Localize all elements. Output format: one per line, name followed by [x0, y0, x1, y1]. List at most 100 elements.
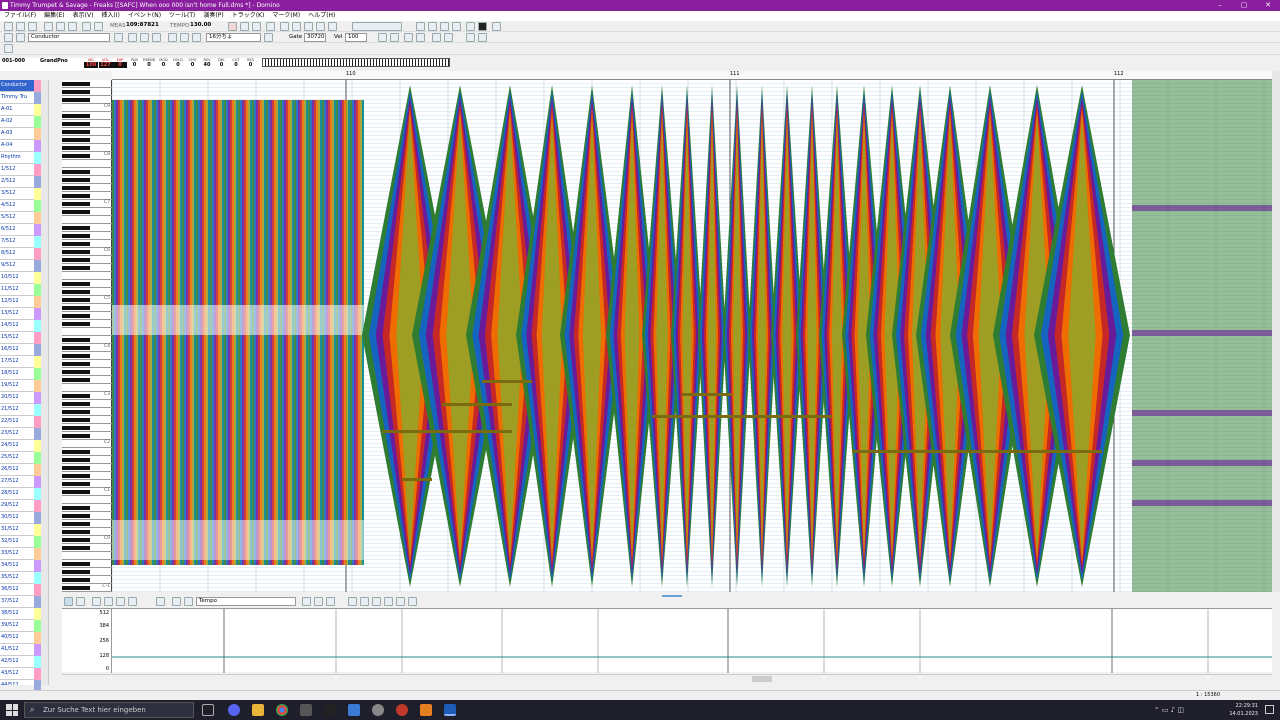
menu-track[interactable]: トラック(K) — [232, 11, 265, 21]
piano-roll-grid[interactable] — [112, 80, 1272, 592]
open-file-icon[interactable] — [16, 22, 25, 31]
windows-start-icon[interactable] — [6, 704, 18, 716]
black-key[interactable] — [62, 234, 90, 238]
black-key[interactable] — [62, 114, 90, 118]
pencil-icon[interactable] — [16, 33, 25, 42]
view-icon-4[interactable] — [452, 22, 461, 31]
snap-icon[interactable] — [432, 33, 441, 42]
note-length-select[interactable]: 16分ちょ — [206, 33, 261, 42]
file-explorer-icon[interactable] — [252, 704, 264, 716]
note-band[interactable] — [1132, 460, 1272, 466]
view-icon-3[interactable] — [440, 22, 449, 31]
brush-icon[interactable] — [4, 44, 13, 53]
pen-tool-icon[interactable] — [168, 33, 177, 42]
play-icon[interactable] — [304, 22, 313, 31]
black-key[interactable] — [62, 290, 90, 294]
black-key[interactable] — [62, 178, 90, 182]
app-icon-6[interactable] — [348, 704, 360, 716]
next-icon[interactable] — [140, 33, 149, 42]
black-key[interactable] — [62, 90, 90, 94]
long-note[interactable] — [442, 403, 512, 406]
zoom-horizontal-icon[interactable] — [416, 33, 425, 42]
black-key[interactable] — [62, 338, 90, 342]
view-icon-2[interactable] — [428, 22, 437, 31]
ctrl-tool-c-icon[interactable] — [326, 597, 335, 606]
task-view-icon[interactable] — [202, 704, 214, 716]
black-key[interactable] — [62, 426, 90, 430]
jump-icon[interactable] — [152, 33, 161, 42]
domino-taskbar-icon[interactable] — [444, 704, 456, 716]
black-key[interactable] — [62, 538, 90, 542]
system-tray-icons[interactable]: ⌃ ▭ ♪ ◫ — [1154, 706, 1184, 714]
scroll-icon[interactable] — [478, 33, 487, 42]
black-key[interactable] — [62, 282, 90, 286]
piano-keyboard[interactable]: C9 C8 C7 C6 C5 C4 C3 C2 C1 C0 C-1 — [62, 80, 112, 592]
ctrl-pencil-icon[interactable] — [64, 597, 73, 606]
menu-edit[interactable]: 編集(E) — [44, 11, 64, 21]
menu-file[interactable]: ファイル(F) — [4, 11, 36, 21]
track-list-scrollbar[interactable] — [41, 80, 49, 685]
long-note[interactable] — [482, 380, 532, 383]
black-key[interactable] — [62, 82, 90, 86]
black-key[interactable] — [62, 562, 90, 566]
controller-pane[interactable]: 512 384 256 128 0 — [62, 608, 1272, 673]
note-band[interactable] — [112, 520, 364, 560]
paste-icon[interactable] — [68, 22, 77, 31]
black-key[interactable] — [62, 434, 90, 438]
black-key[interactable] — [62, 122, 90, 126]
ctrl-curve2-icon[interactable] — [104, 597, 113, 606]
white-key[interactable] — [62, 160, 112, 168]
vel-input[interactable]: 100 — [345, 33, 367, 42]
white-key[interactable] — [62, 496, 112, 504]
ctrl-tool-e-icon[interactable] — [360, 597, 369, 606]
new-file-icon[interactable] — [4, 22, 13, 31]
stop-icon[interactable] — [240, 22, 249, 31]
menu-event[interactable]: イベント(N) — [128, 11, 161, 21]
long-note[interactable] — [402, 478, 432, 481]
long-note[interactable] — [682, 393, 732, 396]
ctrl-tool-a-icon[interactable] — [302, 597, 311, 606]
black-key[interactable] — [62, 474, 90, 478]
ctrl-tool-d-icon[interactable] — [348, 597, 357, 606]
skip-end-icon[interactable] — [328, 22, 337, 31]
controller-type-select[interactable]: Tempo — [196, 597, 296, 606]
ctrl-tool-f-icon[interactable] — [372, 597, 381, 606]
close-button[interactable]: ✕ — [1256, 0, 1280, 11]
chrome-icon[interactable] — [276, 704, 288, 716]
maximize-button[interactable]: ▢ — [1232, 0, 1256, 11]
ctrl-eraser-icon[interactable] — [184, 597, 193, 606]
ctrl-curve-icon[interactable] — [92, 597, 101, 606]
ctrl-tool-b-icon[interactable] — [314, 597, 323, 606]
taskbar-search[interactable]: ⌕ Zur Suche Text hier eingeben — [24, 702, 194, 718]
black-key[interactable] — [62, 306, 90, 310]
save-icon[interactable] — [28, 22, 37, 31]
app-icon-7[interactable] — [372, 704, 384, 716]
menu-mark[interactable]: マーク(M) — [272, 11, 300, 21]
note-band[interactable] — [1132, 410, 1272, 416]
black-key[interactable] — [62, 482, 90, 486]
black-key[interactable] — [62, 490, 90, 494]
black-key[interactable] — [62, 250, 90, 254]
black-key[interactable] — [62, 370, 90, 374]
black-key[interactable] — [62, 322, 90, 326]
white-key[interactable] — [62, 272, 112, 280]
black-key[interactable] — [62, 394, 90, 398]
black-key[interactable] — [62, 418, 90, 422]
white-key[interactable] — [62, 552, 112, 560]
zoom-in-icon[interactable] — [378, 33, 387, 42]
black-key[interactable] — [62, 522, 90, 526]
copy-icon[interactable] — [56, 22, 65, 31]
speed-buttons[interactable] — [352, 22, 402, 31]
view-icon-1[interactable] — [416, 22, 425, 31]
note-canvas[interactable] — [112, 80, 1272, 592]
black-key[interactable] — [62, 186, 90, 190]
ctrl-brush-icon[interactable] — [156, 597, 165, 606]
black-key[interactable] — [62, 354, 90, 358]
black-key[interactable] — [62, 98, 90, 102]
black-key[interactable] — [62, 410, 90, 414]
record-icon[interactable] — [228, 22, 237, 31]
undo-icon[interactable] — [82, 22, 91, 31]
menu-tool[interactable]: ツール(T) — [169, 11, 195, 21]
black-key[interactable] — [62, 346, 90, 350]
black-key[interactable] — [62, 170, 90, 174]
